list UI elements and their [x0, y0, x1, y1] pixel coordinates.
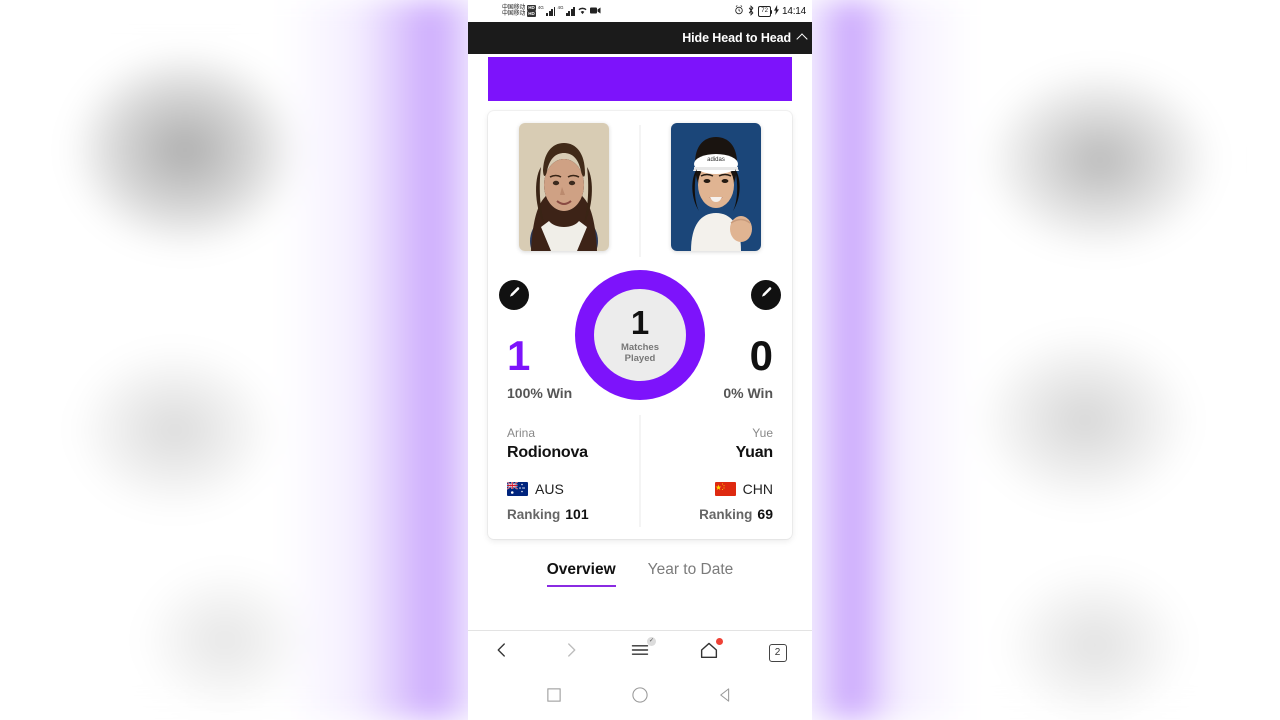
- left-player-win-pct: 100% Win: [507, 385, 573, 401]
- clock-time: 14:14: [781, 5, 806, 17]
- carrier-info: 中国移动 HD 中国移动 HD: [502, 5, 536, 18]
- promo-banner[interactable]: [488, 57, 792, 101]
- bluetooth-icon: [747, 4, 755, 18]
- browser-home-button[interactable]: [692, 636, 726, 670]
- left-player-details[interactable]: Arina Rodionova AUS Ranking 101: [488, 415, 640, 535]
- names-divider: [639, 415, 641, 527]
- status-bar-left: 中国移动 HD 中国移动 HD 4G 4G: [474, 5, 601, 18]
- back-arrow-icon: [493, 641, 511, 664]
- left-player-last-name: Rodionova: [507, 443, 588, 461]
- right-player-last-name: Yuan: [735, 443, 774, 461]
- forward-arrow-icon: [562, 641, 580, 664]
- wifi-icon: [577, 6, 588, 17]
- status-bar: 中国移动 HD 中国移动 HD 4G 4G 72 14:14: [468, 0, 812, 22]
- left-player-first-name: Arina: [507, 426, 536, 440]
- matches-played-inner: 1 Matches Played: [594, 289, 686, 381]
- browser-forward-button[interactable]: [554, 636, 588, 670]
- signal-icon-1: [546, 6, 556, 16]
- alarm-icon: [734, 5, 744, 17]
- android-back-button[interactable]: [715, 686, 737, 708]
- tab-overview[interactable]: Overview: [546, 561, 616, 587]
- matches-played-label: Matches Played: [620, 341, 659, 364]
- left-player-wins: 1: [507, 332, 531, 379]
- left-player-country-code: AUS: [535, 480, 564, 497]
- tab-year-to-date[interactable]: Year to Date: [648, 561, 734, 587]
- android-recents-button[interactable]: [543, 686, 565, 708]
- browser-tabs-button[interactable]: 2: [761, 636, 795, 670]
- pencil-icon: [760, 286, 773, 304]
- charging-icon: [773, 5, 779, 17]
- chevron-up-icon: [796, 33, 808, 45]
- battery-icon: 72: [758, 5, 773, 17]
- android-navigation-bar: [468, 674, 812, 720]
- left-photo-cell: [488, 111, 640, 263]
- player-details-row: Arina Rodionova AUS Ranking101 Yue Yuan: [488, 415, 792, 535]
- flag-icon-aus: [507, 481, 528, 496]
- hd-badge-2: HD: [527, 11, 536, 18]
- edit-right-player-button[interactable]: [751, 280, 781, 310]
- home-notification-dot: [715, 637, 723, 645]
- android-home-button[interactable]: [629, 686, 651, 708]
- matches-played-value: 1: [630, 303, 650, 341]
- browser-toolbar: ✓ 2: [468, 630, 812, 674]
- left-player-ranking: Ranking 101: [507, 506, 621, 522]
- hd-badge-1: HD: [527, 4, 536, 11]
- right-ranking-label: Ranking: [699, 506, 753, 522]
- right-photo-cell: adidas: [640, 111, 792, 263]
- right-player-first-name: Yue: [752, 426, 773, 440]
- left-player-country-row: AUS: [507, 481, 621, 497]
- menu-check-badge: ✓: [646, 636, 656, 646]
- head-to-head-card: adidas 1 Matches Played 1 100% Win 0 0% …: [488, 111, 792, 539]
- left-ranking-value: 101: [565, 505, 589, 522]
- right-player-details[interactable]: Yue Yuan CHN Ranking 69: [640, 415, 792, 535]
- tab-count-label: 2: [768, 643, 787, 662]
- hide-head-to-head-button[interactable]: Hide Head to Head: [468, 22, 812, 54]
- hide-head-to-head-label: Hide Head to Head: [682, 31, 791, 45]
- pencil-icon: [508, 286, 521, 304]
- right-player-win-pct: 0% Win: [723, 385, 773, 401]
- right-player-country-code: CHN: [742, 480, 773, 497]
- browser-back-button[interactable]: [485, 636, 519, 670]
- matches-played-ring: 1 Matches Played: [575, 270, 705, 400]
- hamburger-menu-icon: [630, 642, 650, 663]
- carrier-2-label: 中国移动: [502, 11, 526, 17]
- player-photos-row: adidas: [488, 111, 792, 263]
- browser-menu-button[interactable]: ✓: [623, 636, 657, 670]
- square-icon: [547, 687, 561, 707]
- stats-row: 1 Matches Played 1 100% Win 0 0% Win: [488, 263, 792, 415]
- svg-text:adidas: adidas: [707, 157, 725, 163]
- player-photo-rodionova[interactable]: [519, 123, 609, 251]
- home-icon: [699, 641, 719, 664]
- status-bar-right: 72 14:14: [734, 4, 806, 18]
- photos-divider: [639, 125, 641, 257]
- right-player-wins: 0: [749, 332, 773, 379]
- flag-icon-chn: [714, 481, 736, 496]
- phone-screen: 中国移动 HD 中国移动 HD 4G 4G 72 14:14 Hide Head…: [468, 0, 812, 720]
- circle-icon: [632, 686, 648, 708]
- edit-left-player-button[interactable]: [499, 280, 529, 310]
- triangle-back-icon: [719, 687, 733, 707]
- left-ranking-label: Ranking: [507, 506, 561, 522]
- section-tabs: Overview Year to Date: [468, 539, 812, 587]
- network-type-2-label: 4G: [557, 4, 564, 10]
- banner-container: [468, 54, 812, 101]
- right-player-ranking: Ranking 69: [659, 506, 773, 522]
- signal-icon-2: [565, 6, 576, 16]
- right-player-country-row: CHN: [659, 481, 773, 497]
- network-type-1-label: 4G: [537, 4, 544, 10]
- right-ranking-value: 69: [757, 505, 773, 522]
- video-call-icon: [590, 7, 601, 16]
- player-photo-yuan[interactable]: adidas: [671, 123, 761, 251]
